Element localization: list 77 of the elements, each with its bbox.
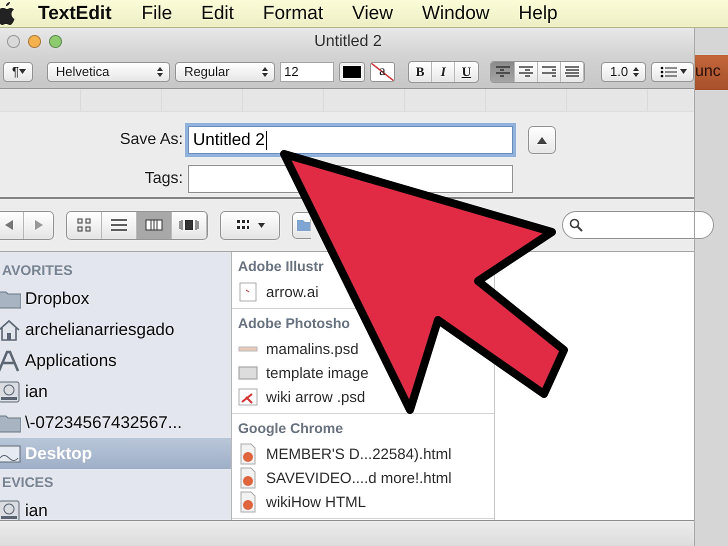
group-heading: Adobe Illustr (238, 258, 324, 274)
stepper-arrows-icon (262, 66, 268, 76)
window-title: Untitled 2 (313, 32, 383, 50)
font-style-popup[interactable]: Regular (175, 62, 276, 82)
applications-icon (0, 350, 21, 372)
sidebar-item[interactable]: archelianarriesgado (0, 314, 231, 345)
align-center-icon (518, 66, 533, 78)
text-color-well[interactable] (339, 62, 365, 82)
list-style-popup[interactable] (650, 62, 694, 82)
stepper-arrows-icon (157, 66, 164, 76)
file-icon (238, 282, 258, 302)
document-entry[interactable]: mamalins.psd (238, 337, 359, 361)
sidebar-heading: AVORITES (2, 262, 73, 278)
search-field[interactable] (562, 211, 714, 239)
menu-item[interactable]: Edit (201, 2, 234, 24)
paragraph-style-popup[interactable]: ¶ (3, 62, 33, 82)
file-icon (238, 346, 258, 352)
font-size-field[interactable]: 12 (280, 62, 334, 82)
desktop-icon (0, 444, 21, 464)
stepper-arrows-icon (632, 66, 639, 76)
menu-item[interactable]: Window (422, 2, 490, 24)
bold-button[interactable]: B (408, 62, 432, 82)
list-icon (111, 219, 127, 231)
document-entry[interactable]: wiki arrow .psd (238, 385, 366, 409)
align-justify-icon (565, 66, 580, 78)
document-entry[interactable]: SAVEVIDEO....d more!.html (238, 466, 452, 490)
underline-button[interactable]: U (455, 62, 478, 82)
caret-icon (258, 222, 264, 228)
document-entry[interactable]: wikiHow HTML (238, 490, 366, 514)
file-icon (238, 491, 258, 513)
menu-item[interactable]: Format (262, 2, 324, 24)
cover-flow-icon (179, 219, 199, 231)
align-right-icon (542, 66, 556, 78)
sidebar-item[interactable]: ian (0, 376, 231, 407)
folder-icon (0, 288, 21, 308)
columns-icon (145, 219, 163, 231)
triangle-up-icon (537, 136, 547, 144)
collapse-button[interactable] (528, 126, 556, 154)
save-as-field[interactable]: Untitled 2 (188, 126, 513, 154)
minimize-button[interactable] (28, 35, 41, 48)
file-icon (238, 387, 258, 407)
file-icon (238, 443, 258, 465)
document-entry[interactable]: template image (238, 361, 369, 385)
background-window-text: unc (695, 63, 721, 80)
location-popup[interactable] (292, 212, 311, 238)
folder-icon (297, 219, 311, 231)
tags-label: Tags: (144, 170, 183, 188)
search-icon (569, 218, 583, 232)
menu-item[interactable]: Help (518, 2, 558, 24)
group-heading: Adobe Photosho (238, 315, 350, 331)
sidebar-heading: EVICES (2, 474, 54, 490)
sidebar-item[interactable]: \-07234567432567... (0, 407, 231, 438)
menu-item[interactable]: View (352, 2, 393, 24)
font-family-popup[interactable]: Helvetica (46, 62, 170, 82)
caret-icon (18, 69, 26, 74)
back-icon (5, 220, 13, 230)
document-entry[interactable]: arrow.ai (238, 280, 319, 304)
document-entry[interactable]: MEMBER'S D...22584).html (238, 442, 452, 466)
forward-icon (34, 220, 42, 230)
italic-button[interactable]: I (432, 62, 456, 82)
sidebar-item[interactable]: Applications (0, 345, 231, 376)
caret-icon (680, 69, 688, 74)
sidebar-item[interactable]: ian (0, 495, 231, 520)
zoom-button[interactable] (49, 35, 62, 48)
line-spacing-popup[interactable]: 1.0 (601, 62, 646, 82)
folder-icon (0, 412, 21, 432)
group-heading: Google Chrome (238, 420, 344, 436)
app-menu[interactable]: TextEdit (38, 2, 112, 24)
sidebar-item[interactable]: Dropbox (0, 283, 231, 314)
bullet-list-icon (660, 66, 678, 78)
menu-item[interactable]: File (142, 2, 172, 24)
align-left-button[interactable] (491, 62, 515, 82)
arrange-icon (236, 219, 250, 231)
file-icon (238, 467, 258, 489)
columns-view-button[interactable] (137, 212, 172, 238)
save-as-label: Save As: (118, 131, 183, 149)
grid-icon (77, 218, 91, 232)
